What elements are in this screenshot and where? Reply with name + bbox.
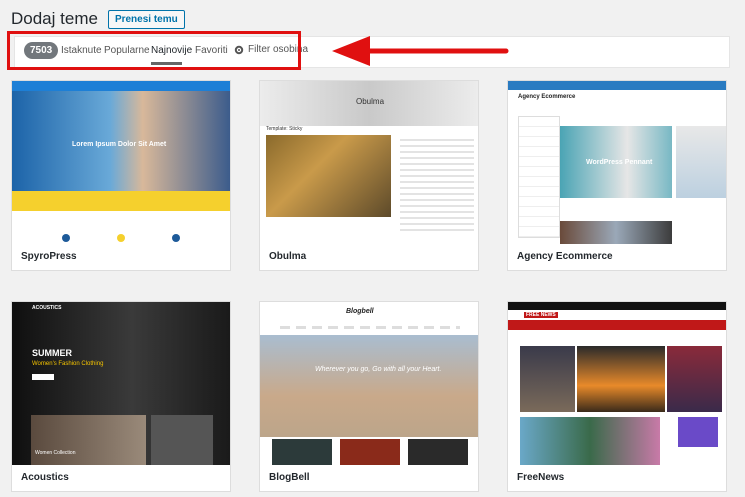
highlight-box — [7, 31, 301, 70]
theme-screenshot: FREE NEWS — [508, 302, 726, 465]
theme-name: Agency Ecommerce — [517, 251, 613, 262]
theme-screenshot: Obulma Template: Sticky — [260, 81, 478, 244]
page-header: Dodaj teme Prenesi temu — [11, 9, 185, 29]
hero-subtitle: Women's Fashion Clothing — [32, 361, 104, 367]
theme-card-obulma[interactable]: Obulma Template: Sticky Obulma — [259, 80, 479, 271]
upload-theme-button[interactable]: Prenesi temu — [107, 9, 185, 29]
theme-screenshot: Blogbell Wherever you go, Go with all yo… — [260, 302, 478, 465]
theme-screenshot: Lorem Ipsum Dolor Sit Amet — [12, 81, 230, 244]
logo-text: Agency Ecommerce — [518, 94, 576, 100]
theme-card-agency-ecommerce[interactable]: Agency Ecommerce WordPress Pennant Agenc… — [507, 80, 727, 271]
theme-name: FreeNews — [517, 472, 565, 483]
promo-text: Women Collection — [35, 450, 76, 456]
logo-text: FREE NEWS — [524, 312, 558, 318]
theme-screenshot: ACOUSTICS SUMMER Women's Fashion Clothin… — [12, 302, 230, 465]
theme-name: BlogBell — [269, 472, 310, 483]
post-title: Template: Sticky — [266, 126, 303, 132]
logo-text: ACOUSTICS — [32, 305, 62, 311]
annotation-arrow-icon — [332, 36, 509, 66]
hero-text: Obulma — [356, 97, 385, 106]
hero-text: Lorem Ipsum Dolor Sit Amet — [72, 141, 167, 148]
hero-title: SUMMER — [32, 348, 72, 358]
theme-card-spyropress[interactable]: Lorem Ipsum Dolor Sit Amet SpyroPress — [11, 80, 231, 271]
theme-name: SpyroPress — [21, 251, 77, 262]
theme-card-blogbell[interactable]: Blogbell Wherever you go, Go with all yo… — [259, 301, 479, 492]
page-title: Dodaj teme — [11, 9, 98, 28]
hero-text: Wherever you go, Go with all your Heart. — [315, 366, 442, 373]
theme-card-acoustics[interactable]: ACOUSTICS SUMMER Women's Fashion Clothin… — [11, 301, 231, 492]
theme-name: Obulma — [269, 251, 307, 262]
hero-text: WordPress Pennant — [586, 159, 653, 166]
theme-screenshot: Agency Ecommerce WordPress Pennant — [508, 81, 726, 244]
theme-name: Acoustics — [21, 472, 69, 483]
logo-text: Blogbell — [346, 308, 374, 315]
theme-card-freenews[interactable]: FREE NEWS FreeNews — [507, 301, 727, 492]
